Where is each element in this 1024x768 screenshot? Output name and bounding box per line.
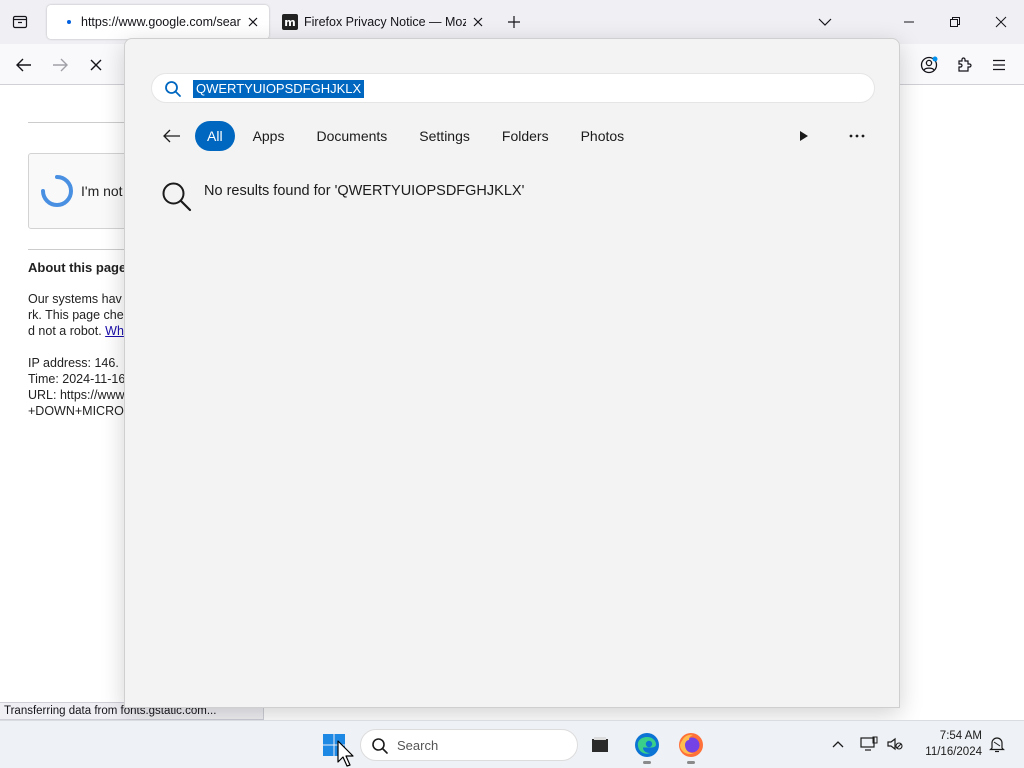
close-icon (248, 17, 258, 27)
about-text-line-with-link: d not a robot. Wh (28, 324, 124, 338)
about-text-line: Our systems hav (28, 292, 122, 306)
search-query-selected-text[interactable]: QWERTYUIOPSDFGHJKLX (193, 80, 365, 98)
firefox-browser-icon (679, 733, 703, 757)
mozilla-favicon-icon: m (282, 14, 298, 30)
taskbar-firefox[interactable] (677, 731, 705, 759)
taskbar-search-box[interactable]: Search (360, 729, 578, 761)
divider (28, 122, 128, 123)
arrow-left-icon (163, 129, 180, 143)
tab-label: https://www.google.com/search (81, 15, 241, 29)
search-input-box[interactable]: QWERTYUIOPSDFGHJKLX (151, 73, 875, 103)
windows-search-flyout: QWERTYUIOPSDFGHJKLX All Apps Documents S… (124, 38, 900, 708)
more-filters-button[interactable] (793, 125, 815, 147)
windows-taskbar: Search 7:54 AM 11/16/2024 (0, 720, 1024, 768)
mouse-cursor-icon (337, 740, 354, 767)
ellipsis-icon (849, 134, 865, 138)
app-menu-button[interactable] (985, 51, 1013, 79)
url-line: URL: https://www (28, 388, 125, 402)
filter-settings[interactable]: Settings (405, 121, 484, 151)
taskbar-search-label: Search (397, 738, 439, 753)
why-link[interactable]: Wh (105, 324, 124, 338)
arrow-right-icon (53, 58, 68, 72)
stop-icon (90, 59, 102, 71)
search-icon (165, 81, 181, 97)
firefox-view-icon (12, 15, 28, 29)
account-icon (920, 56, 938, 74)
firefox-view-button[interactable] (6, 9, 34, 35)
play-triangle-icon (800, 131, 808, 141)
filter-documents[interactable]: Documents (302, 121, 402, 151)
search-icon (372, 738, 388, 754)
no-results-message: No results found for 'QWERTYUIOPSDFGHJKL… (204, 183, 525, 199)
forward-button[interactable] (46, 51, 74, 79)
clock-date: 11/16/2024 (925, 746, 982, 758)
filter-apps[interactable]: Apps (238, 121, 299, 151)
chevron-up-icon (832, 741, 844, 748)
search-filter-chips: All Apps Documents Settings Folders Phot… (195, 121, 639, 151)
time-line: Time: 2024-11-16 (28, 372, 126, 386)
back-button[interactable] (10, 51, 38, 79)
account-button[interactable] (915, 51, 943, 79)
tab-close-button[interactable] (245, 14, 261, 30)
tab-firefox-privacy-notice[interactable]: m Firefox Privacy Notice — Mozilla (274, 5, 494, 39)
tab-google-search[interactable]: https://www.google.com/search (47, 5, 269, 39)
speaker-muted-icon (887, 737, 903, 751)
running-indicator (687, 761, 695, 764)
magnifier-icon (162, 182, 192, 212)
stop-loading-button[interactable] (82, 51, 110, 79)
restore-icon (950, 17, 960, 27)
filter-all[interactable]: All (195, 121, 235, 151)
taskbar-clock[interactable]: 7:54 AM 11/16/2024 (912, 728, 982, 760)
recaptcha-checkbox-widget[interactable]: I'm not (28, 153, 138, 229)
network-tray-button[interactable] (858, 733, 880, 755)
ip-address-line: IP address: 146. (28, 356, 119, 370)
tab-label: Firefox Privacy Notice — Mozilla (304, 15, 466, 29)
divider (28, 249, 128, 250)
notifications-button[interactable] (986, 733, 1008, 755)
minimize-button[interactable] (894, 7, 924, 37)
about-text: d not a robot. (28, 324, 106, 338)
chevron-down-icon (818, 18, 832, 26)
close-icon (473, 17, 483, 27)
volume-tray-button[interactable] (884, 733, 906, 755)
arrow-left-icon (16, 58, 31, 72)
filter-folders[interactable]: Folders (487, 121, 563, 151)
tab-close-button[interactable] (470, 14, 486, 30)
search-back-button[interactable] (161, 125, 183, 147)
loading-dot-icon (67, 20, 71, 24)
hamburger-menu-icon (993, 59, 1005, 71)
new-tab-button[interactable] (503, 11, 525, 33)
list-all-tabs-button[interactable] (814, 11, 836, 33)
captcha-label: I'm not (81, 183, 123, 199)
loading-spinner-icon (41, 175, 73, 207)
clock-time: 7:54 AM (939, 730, 982, 742)
taskbar-edge[interactable] (633, 731, 661, 759)
taskbar-file-explorer[interactable] (586, 731, 614, 759)
edge-browser-icon (635, 733, 659, 757)
close-window-button[interactable] (986, 7, 1016, 37)
filter-photos[interactable]: Photos (566, 121, 639, 151)
restore-button[interactable] (940, 7, 970, 37)
puzzle-icon (958, 57, 972, 72)
plus-icon (508, 16, 520, 28)
about-page-heading: About this page (28, 260, 127, 275)
task-view-icon (592, 737, 608, 752)
network-monitor-icon (860, 736, 878, 751)
show-hidden-icons-button[interactable] (827, 733, 849, 755)
about-text-line: rk. This page che (28, 308, 124, 322)
close-icon (995, 16, 1007, 28)
extensions-button[interactable] (950, 51, 978, 79)
more-options-button[interactable] (845, 125, 869, 147)
running-indicator (643, 761, 651, 764)
url-line-continued: +DOWN+MICRO (28, 404, 124, 418)
notification-bell-icon (989, 737, 1005, 753)
minimize-icon (904, 21, 914, 23)
